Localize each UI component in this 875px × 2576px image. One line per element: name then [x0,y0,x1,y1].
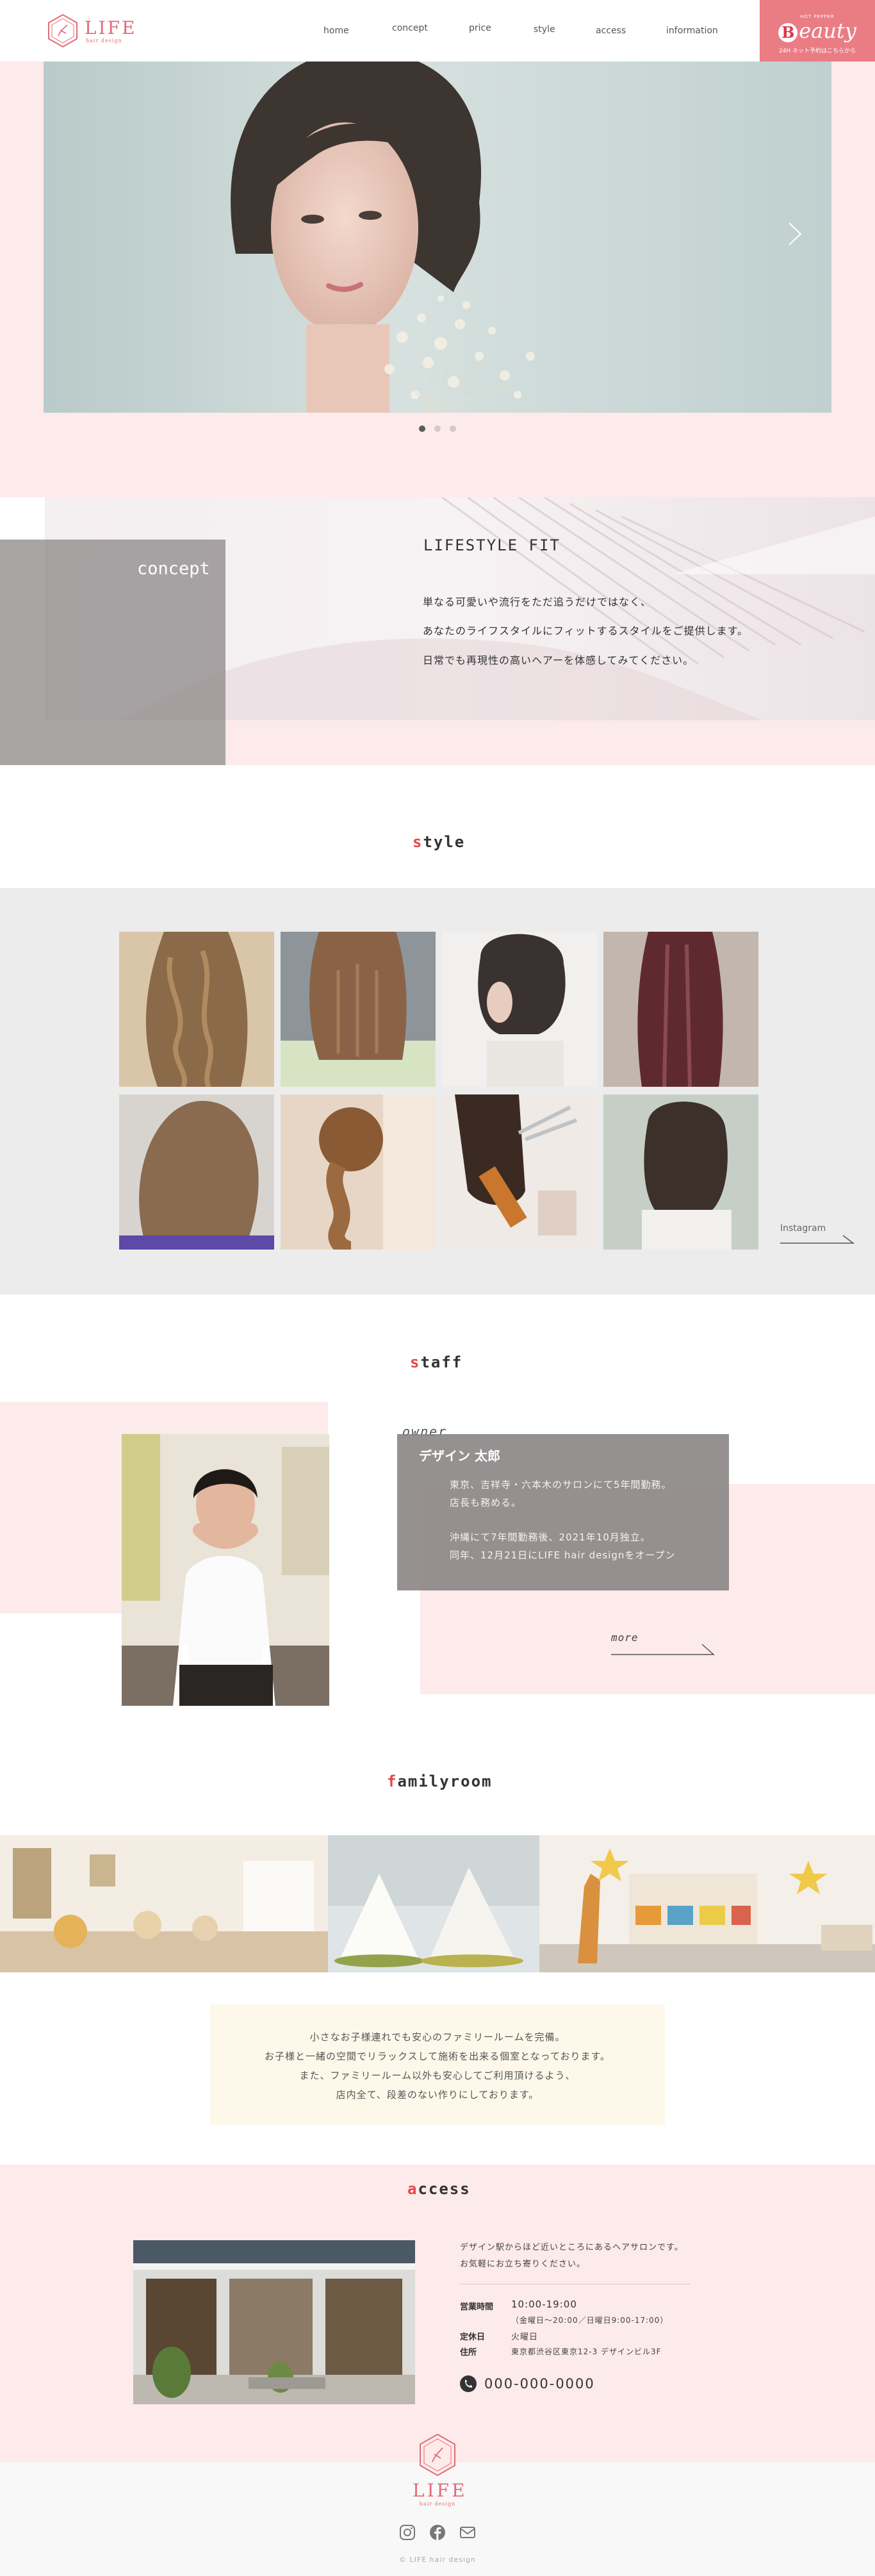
hero-slider [44,62,831,413]
nav-home[interactable]: home [323,26,349,36]
familyroom-text: 店内全て、段差のない作りにしております。 [336,2089,539,2101]
familyroom-text-box: 小さなお子様連れでも安心のファミリールームを完備。 お子様と一緒の空間でリラック… [210,2004,665,2125]
brand-name: LIFE [85,17,137,38]
chevron-right-icon[interactable] [785,218,805,250]
style-photo[interactable] [442,1094,597,1250]
hours-label: 営業時間 [460,2302,494,2312]
nav-access[interactable]: access [596,26,626,36]
logo-hexagon-icon [420,2433,455,2477]
style-photo[interactable] [119,1094,274,1250]
nav-concept[interactable]: concept [392,23,428,33]
arrow-right-icon [611,1644,715,1655]
concept-pink-block [225,720,875,765]
logo-hexagon-icon [48,13,78,48]
familyroom-text: 小さなお子様連れでも安心のファミリールームを完備。 [309,2031,566,2043]
familyroom-photos [0,1835,875,1972]
nav-style[interactable]: style [534,24,555,35]
staff-heading: staff [410,1353,462,1371]
hotpepper-beauty-button[interactable]: HOT PEPPER Beauty 24H ネット予約はこちらから [760,0,875,62]
access-heading: access [407,2180,471,2198]
familyroom-photo [328,1835,539,1972]
concept-heading: LIFESTYLE FIT [423,536,560,554]
instagram-link[interactable]: Instagram [780,1221,855,1244]
beauty-letter: B [778,22,798,42]
concept-text: 単なる可愛いや流行をただ追うだけではなく、 [423,596,652,608]
beauty-logo: Beauty [760,21,875,42]
staff-name: デザイン 太郎 [419,1448,500,1464]
nav-price[interactable]: price [469,23,491,33]
hero-image [44,62,831,413]
familyroom-photo [0,1835,328,1972]
staff-card: デザイン 太郎 東京、吉祥寺・六本木のサロンにて5年間勤務。 店長も務める。 沖… [397,1434,729,1590]
access-intro: デザイン駅からほど近いところにあるヘアサロンです。 [460,2243,683,2252]
hours-value: 10:00-19:00 [511,2299,577,2310]
nav-information[interactable]: information [666,26,718,36]
style-heading-accent: s [413,833,423,851]
staff-more-link[interactable]: more [611,1631,715,1657]
staff-bio-line: 店長も務める。 [450,1497,522,1508]
style-photo[interactable] [119,932,274,1087]
phone-icon [460,2375,477,2392]
footer-brand-sub: hair design [419,2501,456,2507]
facebook-icon[interactable] [429,2523,446,2541]
concept-label: concept [137,559,210,579]
staff-photo [122,1434,329,1706]
familyroom-photo [539,1835,875,1972]
closed-label: 定休日 [460,2332,486,2342]
access-heading-rest: ccess [418,2180,471,2198]
concept-text: 日常でも再現性の高いヘアーを体感してみてください。 [423,654,694,666]
beauty-label: eauty [799,19,856,43]
style-heading-rest: tyle [423,833,466,851]
phone-link[interactable]: 000-000-0000 [460,2375,595,2393]
staff-bio-line: 沖縄にて7年間勤務後、2021年10月独立。 [450,1532,651,1543]
style-photo[interactable] [281,932,436,1087]
slider-dot[interactable] [434,425,441,432]
salon-exterior-photo [133,2240,415,2404]
access-background [0,2165,875,2462]
access-intro: お気軽にお立ち寄りください。 [460,2259,586,2269]
footer-brand: LIFE [413,2480,468,2501]
header-logo[interactable]: LIFE hair design [45,10,141,51]
staff-heading-rest: taff [420,1353,463,1371]
concept-text: あなたのライフスタイルにフィットするスタイルをご提供します。 [423,625,749,637]
staff-heading-accent: s [410,1353,421,1371]
style-photo[interactable] [281,1094,436,1250]
staff-bio-line: 同年、12月21日にLIFE hair designをオープン [450,1549,676,1561]
slider-dot[interactable] [450,425,456,432]
hours-note: （金曜日～20:00／日曜日9:00-17:00） [511,2316,669,2325]
familyroom-heading-accent: f [387,1772,398,1790]
address-value: 東京都渋谷区東京12-3 デザインビル3F [511,2347,662,2356]
style-photo[interactable] [603,1094,758,1250]
access-heading-accent: a [407,2180,418,2198]
familyroom-heading-rest: amilyroom [397,1772,493,1790]
mail-icon[interactable] [459,2523,477,2541]
address-label: 住所 [460,2348,477,2357]
footer-logo[interactable]: LIFE hair design [413,2432,468,2509]
style-heading: style [413,833,465,851]
phone-number: 000-000-0000 [484,2376,595,2391]
brand-text: LIFE hair design [85,17,137,44]
familyroom-heading: familyroom [387,1772,493,1790]
slider-dots [419,425,456,432]
familyroom-text: お子様と一緒の空間でリラックスして施術を出来る個室となっております。 [265,2051,610,2062]
familyroom-text: また、ファミリールーム以外も安心してご利用頂けるよう、 [299,2070,576,2081]
brand-sub: hair design [86,37,122,44]
beauty-sub: 24H ネット予約はこちらから [778,47,856,54]
arrow-right-icon [780,1235,855,1244]
instagram-icon[interactable] [398,2523,416,2541]
copyright: © LIFE hair design [399,2555,476,2564]
style-photo[interactable] [603,932,758,1087]
closed-value: 火曜日 [511,2332,539,2342]
slider-dot[interactable] [419,425,425,432]
staff-bio-line: 東京、吉祥寺・六本木のサロンにて5年間勤務。 [450,1479,672,1490]
style-photo[interactable] [442,932,597,1087]
